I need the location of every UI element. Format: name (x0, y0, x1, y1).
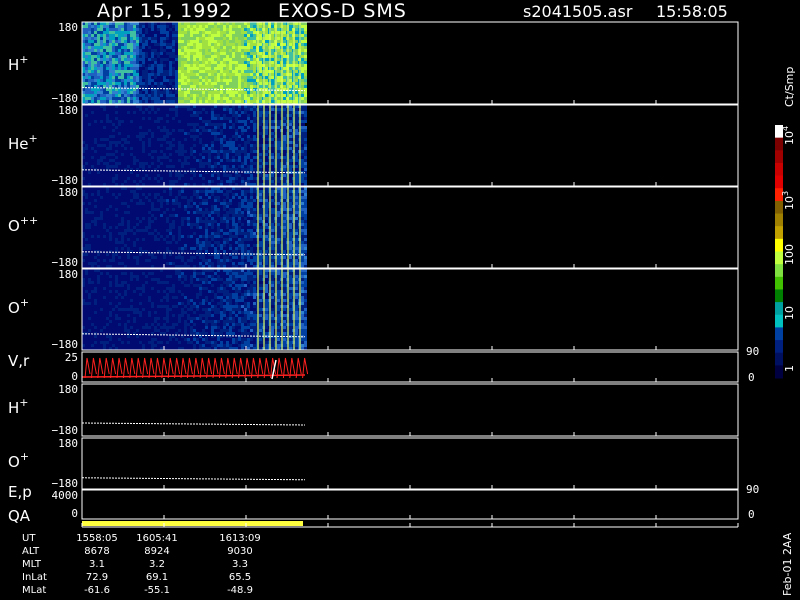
colorbar-swatch (775, 251, 783, 265)
panel-frame (81, 489, 739, 520)
colorbar-swatch (775, 238, 783, 252)
orbit-row-label: InLat (22, 572, 47, 583)
plot-file: s2041505.asr (523, 2, 633, 21)
colorbar-swatch (775, 162, 783, 177)
panels-group: H+180−180He+180−180O++180−180O+180−180V,… (8, 21, 759, 528)
colorbar-swatch (775, 340, 783, 354)
right-tick-bottom: 0 (748, 508, 755, 521)
panel-label-sup: + (29, 132, 38, 145)
orbit-row-label: UT (22, 533, 36, 544)
orbit-value: 3.2 (149, 559, 165, 570)
plot-instrument: EXOS-D SMS (278, 0, 407, 22)
orbit-value: -61.6 (84, 585, 110, 596)
panel-label: E,p (8, 483, 32, 501)
colorbar-tick: 104 (781, 126, 796, 145)
orbit-row-label: MLT (22, 559, 42, 570)
orbit-value: 8678 (84, 546, 109, 557)
y-max-label: 25 (65, 351, 78, 364)
panel-label: O++ (8, 214, 38, 235)
panel-4: V,r 25 0 90 0 (8, 345, 759, 384)
colorbar-swatch (775, 302, 783, 316)
y-max-label: 180 (58, 186, 78, 199)
orbit-value: 1613:09 (219, 533, 261, 544)
panel-3: O+ 180 −180 (8, 268, 739, 351)
y-max-label: 180 (58, 104, 78, 117)
plot-date: Apr 15, 1992 (97, 0, 233, 22)
plot-time: 15:58:05 (656, 2, 728, 21)
y-max-label: 180 (58, 268, 78, 281)
panel-label: H+ (8, 396, 29, 417)
panel-1: He+180−180 (8, 104, 739, 187)
y-min-label: −180 (52, 338, 79, 351)
colorbar-swatch (775, 200, 783, 215)
trace-line (81, 477, 306, 481)
panel-label-sup: + (19, 53, 28, 66)
y-min-label: −180 (52, 424, 79, 437)
trace-line (81, 422, 306, 426)
colorbar-swatch (775, 150, 783, 164)
panel-6: O+180−180 (8, 437, 739, 490)
colorbar-tick: 103 (781, 191, 796, 210)
y-max-label: 180 (58, 21, 78, 34)
panel-label-sup: + (20, 296, 29, 309)
orbit-value: 1605:41 (136, 533, 178, 544)
colorbar-swatch (775, 289, 783, 303)
panel-label: O+ (8, 450, 29, 471)
orbit-value: -55.1 (144, 585, 170, 596)
colorbar-tick: 10 (783, 306, 796, 320)
colorbar-tick: 1 (783, 365, 796, 372)
colorbar-swatch (775, 264, 783, 278)
orbit-value: 69.1 (146, 572, 168, 583)
panel-label: QA (8, 507, 31, 525)
panel-label: H+ (8, 53, 29, 74)
colorbar-swatch (775, 175, 783, 189)
colorbar-swatch (775, 314, 783, 328)
colorbar: Ct/Smp 104 103 100 10 1 (775, 67, 796, 379)
panel-5: H+ 180 −180 (8, 383, 739, 437)
spectrogram-figure: Apr 15, 1992 EXOS-D SMS s2041505.asr 15:… (8, 0, 796, 596)
panel-8: QA (8, 507, 739, 528)
panel-frame (81, 437, 739, 490)
colorbar-swatch (775, 226, 783, 240)
panel-frame (81, 383, 739, 437)
panel-2: O++180−180 (8, 186, 739, 269)
colorbar-swatch (775, 352, 783, 366)
orbit-value: 9030 (227, 546, 252, 557)
y-max-label: 180 (58, 383, 78, 396)
colorbar-swatch (775, 327, 783, 341)
orbit-value: 3.3 (232, 559, 248, 570)
panel-label-sup: ++ (20, 214, 38, 227)
right-tick-top: 90 (746, 345, 759, 358)
y-min-label: 0 (71, 507, 78, 520)
panel-0: H+180−180 (8, 21, 739, 106)
colorbar-swatch (775, 213, 783, 227)
panel-label: He+ (8, 132, 38, 153)
panel-frame (81, 351, 739, 383)
orbit-table: UT 1558:05 1605:41 1613:09 ALT 8678 8924 9030 ML… (22, 533, 261, 596)
orbit-value: 8924 (144, 546, 169, 557)
orbit-value: 3.1 (89, 559, 105, 570)
colorbar-label: Ct/Smp (783, 67, 796, 107)
y-max-label: 180 (58, 437, 78, 450)
orbit-row-label: MLat (22, 585, 46, 596)
panel-label-sup: + (19, 396, 28, 409)
panel-label: O+ (8, 296, 29, 317)
footer-stamp: Feb-01 2AA (781, 532, 794, 596)
colorbar-swatch (775, 137, 783, 151)
panel-label: V,r (8, 352, 30, 370)
panel-label-sup: + (20, 450, 29, 463)
colorbar-swatch (775, 365, 783, 379)
orbit-value: 72.9 (86, 572, 108, 583)
orbit-value: 65.5 (229, 572, 251, 583)
orbit-value: -48.9 (227, 585, 253, 596)
orbit-row-label: ALT (22, 546, 40, 557)
colorbar-tick: 100 (783, 244, 796, 265)
orbit-value: 1558:05 (76, 533, 118, 544)
right-tick-top: 90 (746, 483, 759, 496)
colorbar-swatch (775, 276, 783, 290)
right-tick-bottom: 0 (748, 371, 755, 384)
qa-bar (82, 521, 303, 526)
y-min-label: 0 (71, 370, 78, 383)
y-max-label: 4000 (52, 489, 79, 502)
